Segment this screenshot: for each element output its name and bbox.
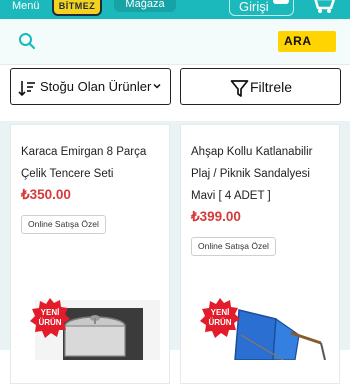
search-input[interactable]	[46, 29, 266, 53]
user-icon	[273, 0, 289, 4]
svg-text:YENİ: YENİ	[41, 308, 60, 317]
product-title-line: Ahşap Kollu Katlanabilir	[191, 146, 313, 158]
product-title-line: Mavi [ 4 ADET ]	[191, 190, 271, 202]
logo-text: BİTMEZ	[58, 1, 96, 11]
svg-text:ÜRÜN: ÜRÜN	[208, 318, 231, 327]
product-title[interactable]: Ahşap Kollu Katlanabilir Plaj / Piknik S…	[191, 141, 336, 207]
product-card[interactable]: Ahşap Kollu Katlanabilir Plaj / Piknik S…	[180, 124, 340, 384]
product-price: ₺350.00	[21, 187, 71, 202]
sort-label: Stoğu Olan Ürünler	[40, 79, 152, 94]
product-title-line: Çelik Tencere Seti	[21, 168, 114, 180]
svg-text:ÜRÜN: ÜRÜN	[38, 318, 61, 327]
top-header: Menü BİTMEZ Mağaza Girişi	[0, 0, 350, 19]
product-card[interactable]: Karaca Emirgan 8 Parça Çelik Tencere Set…	[10, 124, 170, 384]
login-label: Girişi	[239, 0, 269, 14]
product-title[interactable]: Karaca Emirgan 8 Parça Çelik Tencere Set…	[21, 141, 166, 185]
search-icon	[19, 33, 36, 50]
login-button[interactable]: Girişi	[229, 0, 294, 16]
product-grid: Karaca Emirgan 8 Parça Çelik Tencere Set…	[0, 121, 350, 384]
brand-logo[interactable]: BİTMEZ	[52, 0, 102, 16]
search-bar: ARA	[0, 19, 350, 65]
product-title-line: Karaca Emirgan 8 Parça	[21, 146, 147, 158]
store-label: Mağaza	[125, 0, 165, 10]
svg-text:YENİ: YENİ	[211, 308, 230, 317]
product-title-line: Plaj / Piknik Sandalyesi	[191, 168, 310, 180]
funnel-icon	[230, 80, 249, 97]
sort-icon	[18, 81, 35, 97]
cart-icon[interactable]	[309, 0, 337, 14]
filter-label: Filtrele	[250, 79, 293, 95]
new-product-badge: YENİ ÜRÜN	[30, 298, 70, 338]
search-submit-label: ARA	[284, 34, 312, 48]
filter-toolbar: Stoğu Olan Ürünler Filtrele	[0, 65, 350, 121]
new-product-badge: YENİ ÜRÜN	[200, 298, 240, 338]
chevron-down-icon	[153, 83, 161, 89]
online-exclusive-badge: Online Satışa Özel	[21, 215, 106, 234]
filter-button[interactable]: Filtrele	[180, 68, 341, 105]
sort-dropdown[interactable]: Stoğu Olan Ürünler	[10, 68, 171, 105]
online-exclusive-badge: Online Satışa Özel	[191, 237, 276, 256]
search-submit-button[interactable]: ARA	[278, 31, 336, 52]
product-price: ₺399.00	[191, 209, 241, 224]
menu-button[interactable]: Menü	[12, 0, 40, 12]
store-button[interactable]: Mağaza	[114, 0, 176, 12]
